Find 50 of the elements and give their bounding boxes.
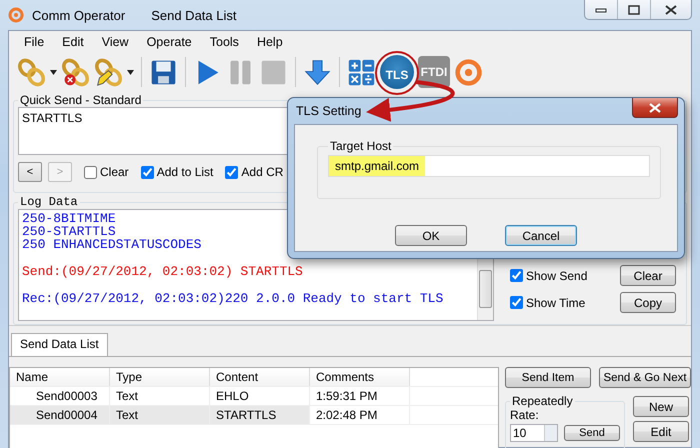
send-item-button[interactable]: Send Item	[505, 367, 591, 388]
column-header[interactable]: Name	[10, 368, 110, 386]
table-cell: STARTTLS	[210, 406, 310, 424]
column-header[interactable]: Comments	[310, 368, 410, 386]
column-header[interactable]: Type	[110, 368, 210, 386]
ok-button[interactable]: OK	[395, 225, 467, 246]
checkbox-label: Add to List	[156, 165, 214, 179]
table-cell: 2:02:48 PM	[310, 406, 410, 424]
log-line: Send:(09/27/2012, 02:03:02) STARTTLS	[22, 265, 303, 278]
menu-item[interactable]: View	[92, 35, 138, 49]
group-title: Quick Send - Standard	[19, 93, 142, 107]
previous-button[interactable]: <	[18, 162, 42, 182]
group-title: Target Host	[329, 139, 392, 153]
group-title: Repeatedly	[511, 394, 574, 408]
edit-button[interactable]: Edit	[633, 421, 689, 442]
column-header[interactable]: Content	[210, 368, 310, 386]
window-title: Comm Operator	[32, 8, 126, 22]
checkbox-label: Show Time	[526, 296, 586, 310]
menu-item[interactable]: Edit	[53, 35, 93, 49]
menu-item[interactable]: Help	[248, 35, 292, 49]
menu-item[interactable]: Tools	[200, 35, 248, 49]
send-next-button[interactable]: Send & Go Next	[599, 367, 691, 388]
tab[interactable]: Send Data List	[11, 333, 108, 356]
rate-field[interactable]: 10	[510, 424, 558, 442]
log-line: 250 ENHANCEDSTATUSCODES	[22, 238, 202, 251]
log-line: 250-STARTTLS	[22, 225, 116, 238]
table-cell: Text	[110, 387, 210, 405]
cancel-button[interactable]: Cancel	[505, 225, 577, 246]
table-cell: Text	[110, 406, 210, 424]
dialog-title: TLS Setting	[295, 104, 362, 118]
table-cell: Send00003	[10, 387, 110, 405]
table-cell: Send00004	[10, 406, 110, 424]
table-cell: EHLO	[210, 387, 310, 405]
menu-item[interactable]: File	[15, 35, 54, 49]
copy-button[interactable]: Copy	[620, 292, 676, 313]
host-field[interactable]: smtp.gmail.com	[328, 155, 650, 177]
checkbox-label: Show Send	[526, 268, 588, 282]
checkbox-label: Add CR	[241, 165, 284, 179]
document-title: Send Data List	[151, 8, 236, 22]
log-line: 250-8BITMIME	[22, 212, 116, 225]
group-title: Log Data	[19, 195, 79, 209]
tls-button[interactable]: TLS	[380, 55, 414, 89]
send-button[interactable]: Send	[564, 425, 620, 441]
checkbox-label: Clear	[100, 165, 129, 179]
log-line: Rec:(09/27/2012, 02:03:02)220 2.0.0 Ready to start TLS	[22, 292, 444, 305]
clear-button[interactable]: Clear	[620, 265, 676, 286]
table-cell: 1:59:31 PM	[310, 387, 410, 405]
new-button[interactable]: New	[633, 396, 689, 417]
rate-label: Rate:	[510, 408, 539, 422]
menu-item[interactable]: Operate	[138, 35, 201, 49]
